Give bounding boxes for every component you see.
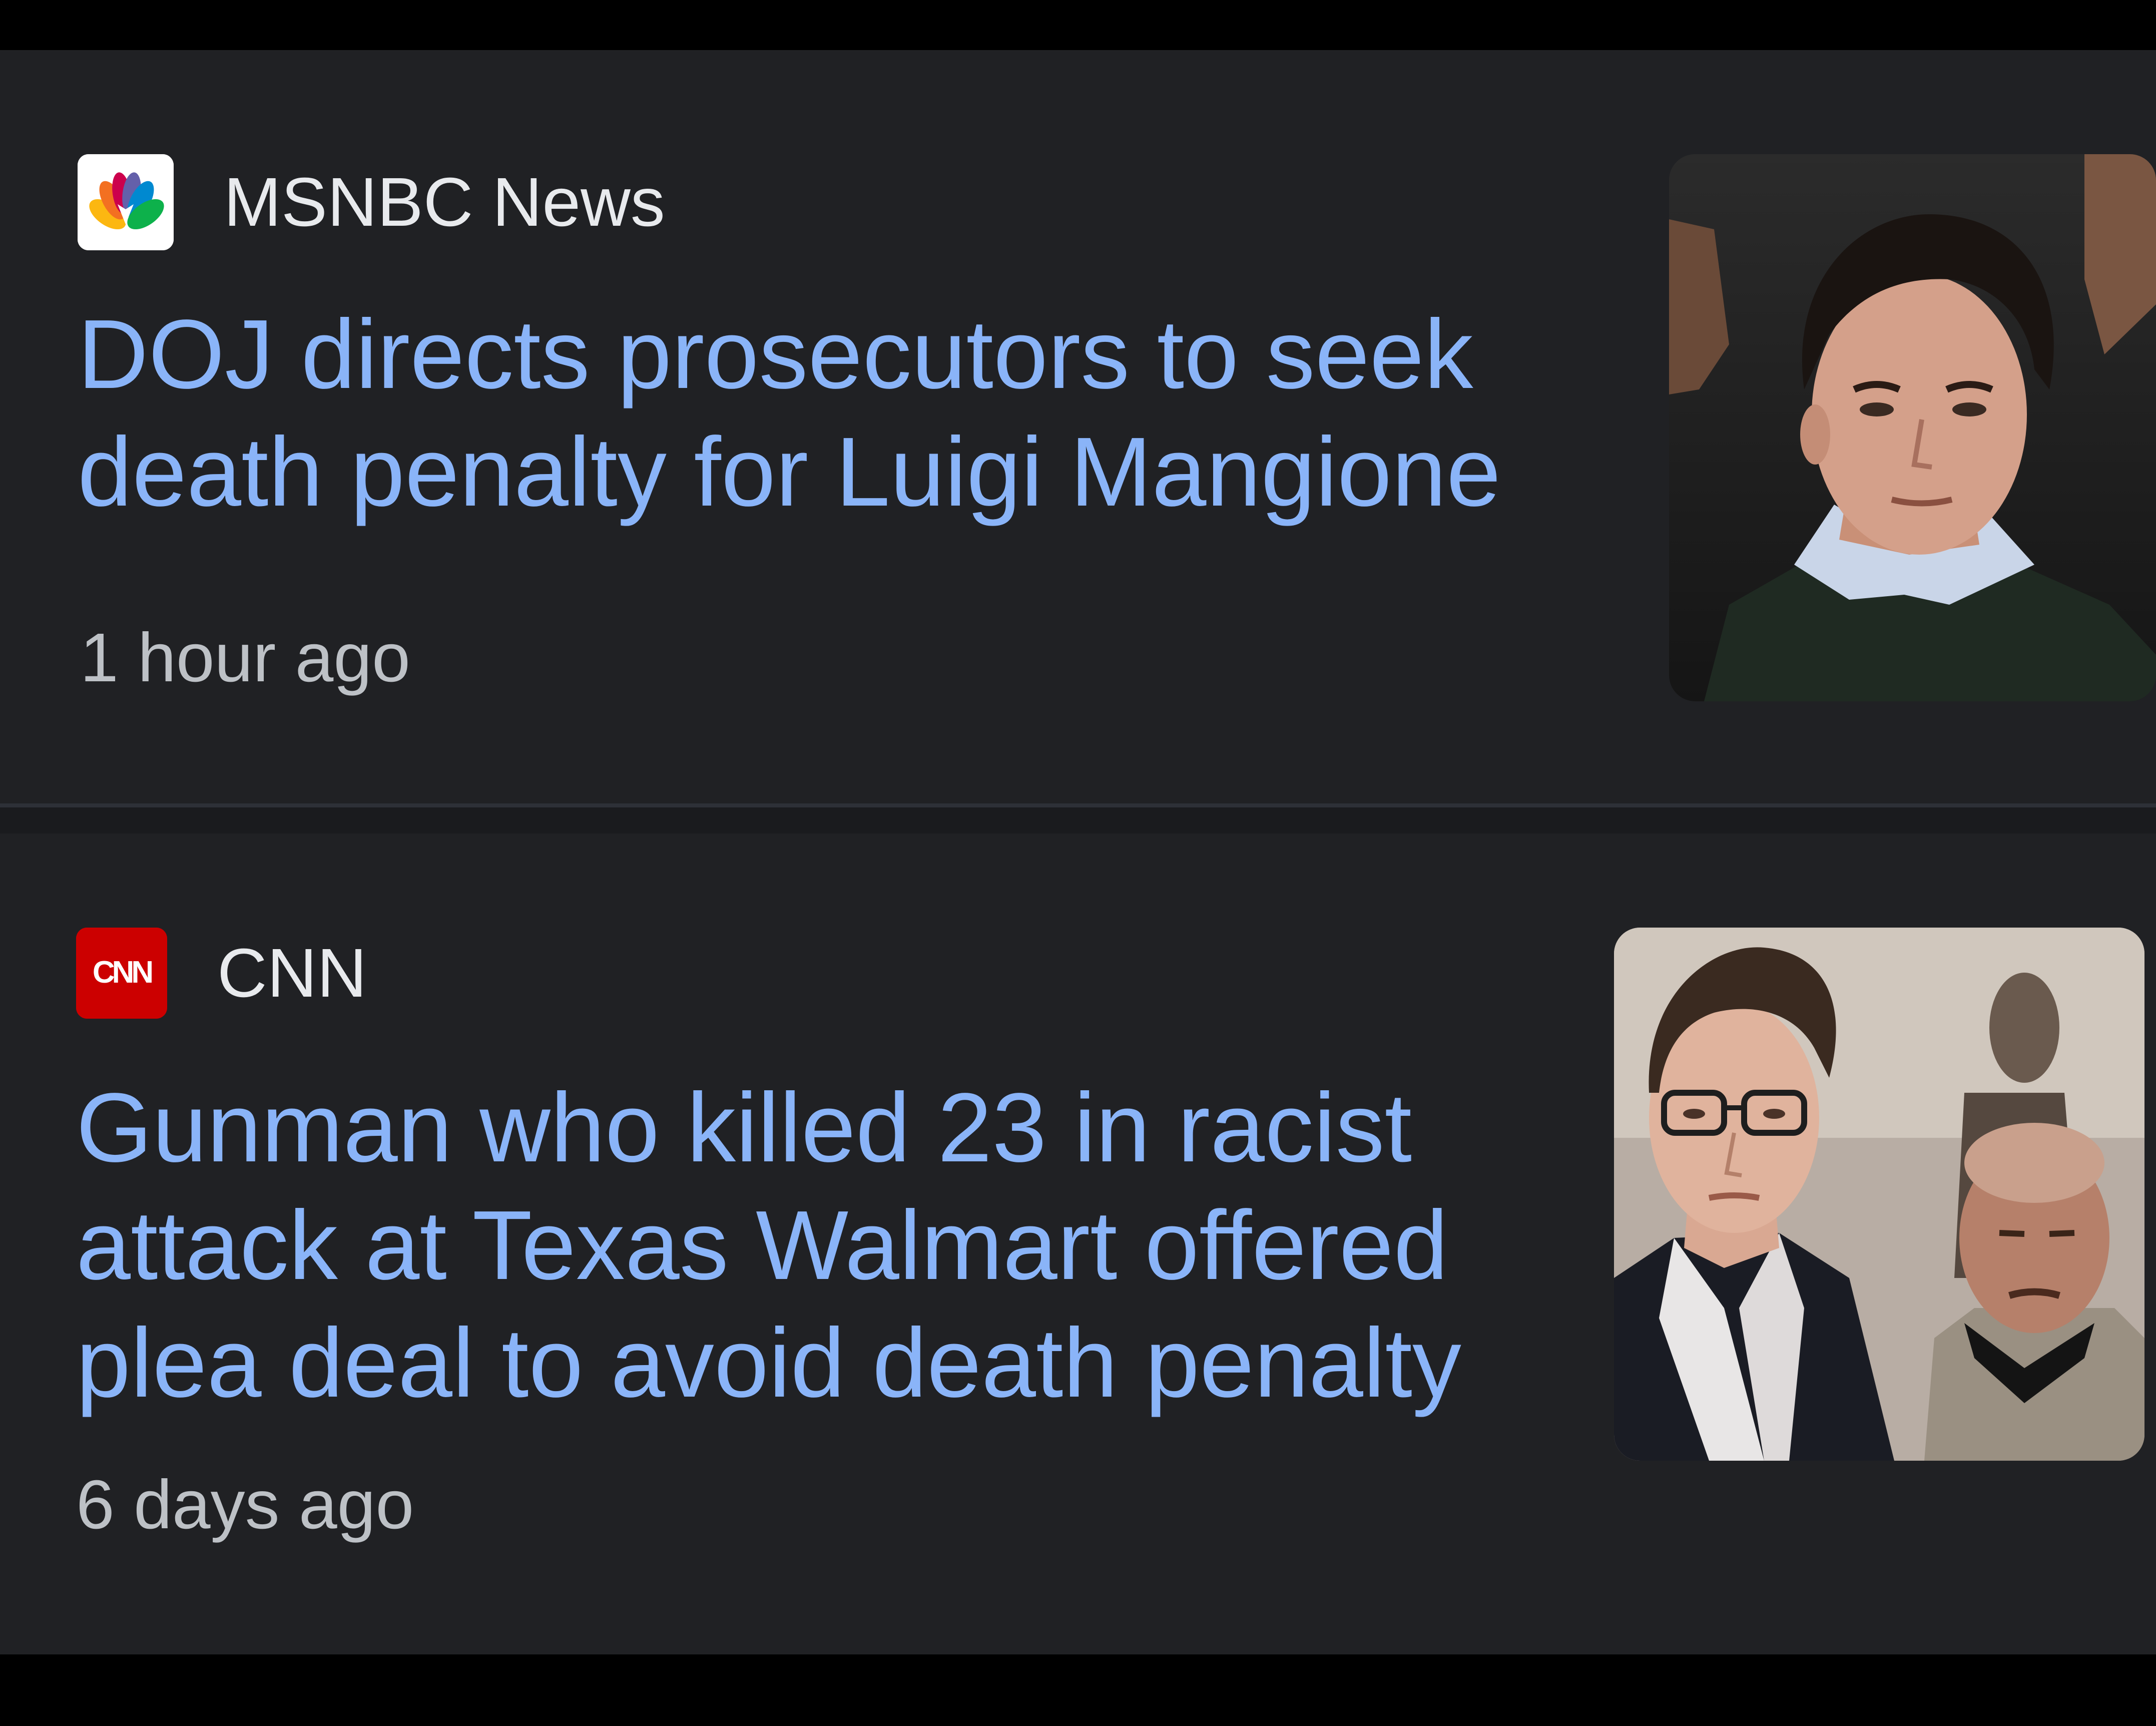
news-feed-screen: MSNBC News DOJ directs prosecutors to se… <box>0 0 2156 1726</box>
cnn-logo-icon: CNN <box>76 928 167 1019</box>
headline-link[interactable]: DOJ directs prosecutors to seek death pe… <box>78 295 1554 531</box>
article-thumbnail[interactable] <box>1669 154 2156 701</box>
timestamp: 1 hour ago <box>80 619 410 696</box>
card-divider <box>0 803 2156 833</box>
source-row: MSNBC News <box>78 154 665 250</box>
headline-link[interactable]: Gunman who killed 23 in racist attack at… <box>76 1069 1552 1422</box>
source-row: CNN CNN <box>76 928 367 1019</box>
source-name: CNN <box>217 934 367 1012</box>
timestamp: 6 days ago <box>76 1466 414 1543</box>
top-bar <box>0 0 2156 50</box>
svg-text:CNN: CNN <box>93 955 152 990</box>
news-card[interactable]: CNN CNN Gunman who killed 23 in racist a… <box>0 833 2156 1654</box>
msnbc-peacock-icon <box>78 154 174 250</box>
news-card[interactable]: MSNBC News DOJ directs prosecutors to se… <box>0 50 2156 803</box>
article-thumbnail[interactable] <box>1614 928 2144 1461</box>
bottom-bar <box>0 1654 2156 1726</box>
source-name: MSNBC News <box>224 163 665 241</box>
